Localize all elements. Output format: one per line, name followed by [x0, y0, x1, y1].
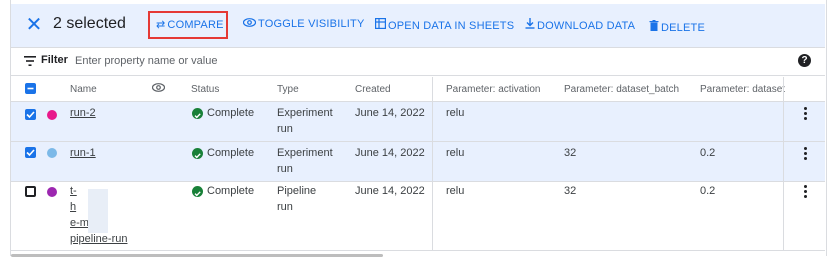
col-header-param-dataset-batch[interactable]: Parameter: dataset_batch [564, 84, 679, 95]
row-checkbox[interactable] [25, 147, 36, 158]
type-line: run [277, 123, 293, 135]
type-text: Pipeline run [277, 183, 316, 215]
select-all-checkbox[interactable] [25, 83, 36, 94]
row-checkbox[interactable] [25, 109, 36, 120]
close-icon[interactable]: ✕ [24, 15, 44, 35]
trash-icon [649, 20, 659, 34]
status-text: Complete [207, 107, 255, 119]
type-line: Experiment [277, 107, 333, 119]
type-line: Pipeline [277, 185, 317, 197]
created-text: June 14, 2022 [355, 107, 425, 119]
open-in-sheets-button[interactable]: OPEN DATA IN SHEETS [375, 18, 514, 32]
run-name-link[interactable]: run-2 [70, 107, 96, 119]
run-color-dot[interactable] [47, 148, 57, 158]
check-circle-icon [192, 186, 203, 197]
run-name-link[interactable]: run-1 [70, 147, 96, 159]
selected-count: 2 selected [53, 15, 126, 32]
param-dataset-value: 0.2 [700, 185, 716, 197]
param-dataset-batch-value: 32 [564, 185, 577, 197]
column-divider [783, 77, 784, 250]
type-line: run [277, 163, 293, 175]
eye-icon [242, 18, 257, 30]
name-line: pipeline-run [70, 233, 128, 245]
table-row[interactable]: t- h e-ment- pipeline-run Complete Pipel… [11, 182, 825, 251]
run-color-dot[interactable] [47, 187, 57, 197]
visibility-column-icon[interactable] [151, 83, 166, 95]
param-activation-value: relu [446, 185, 465, 197]
table-header: Name Status Type Created Parameter: acti… [11, 77, 825, 102]
created-text: June 14, 2022 [355, 185, 425, 197]
param-dataset-value: 0.2 [700, 147, 716, 159]
row-checkbox[interactable] [25, 186, 36, 197]
download-data-button[interactable]: DOWNLOAD DATA [525, 18, 635, 32]
filter-input[interactable] [75, 52, 675, 70]
table-row[interactable]: run-1 Complete Experiment run June 14, 2… [11, 142, 825, 182]
more-vert-icon[interactable] [804, 185, 808, 200]
type-text: Experiment run [277, 105, 333, 137]
column-divider [432, 77, 433, 250]
param-dataset-batch-value: 32 [564, 147, 577, 159]
col-header-type[interactable]: Type [277, 84, 299, 95]
filter-label: Filter [41, 54, 68, 66]
type-line: run [277, 201, 293, 213]
param-activation-value: relu [446, 147, 465, 159]
type-text: Experiment run [277, 145, 333, 177]
col-header-status[interactable]: Status [191, 84, 219, 95]
more-vert-icon[interactable] [804, 147, 808, 162]
col-header-name[interactable]: Name [70, 84, 97, 95]
table-row[interactable]: run-2 Complete Experiment run June 14, 2… [11, 102, 825, 142]
status-text: Complete [207, 185, 255, 197]
filter-bar: Filter ? [11, 48, 825, 76]
compare-icon: ⇄ [156, 19, 166, 31]
selection-toolbar: ✕ 2 selected ⇄ COMPARE TOGGLE VISIBILITY … [11, 4, 825, 48]
run-color-dot[interactable] [47, 110, 57, 120]
param-activation-value: relu [446, 107, 465, 119]
delete-button[interactable]: DELETE [649, 20, 705, 34]
more-vert-icon[interactable] [804, 107, 808, 122]
col-header-param-activation[interactable]: Parameter: activation [446, 84, 541, 95]
status-text: Complete [207, 147, 255, 159]
check-circle-icon [192, 108, 203, 119]
filter-icon [24, 56, 36, 66]
horizontal-scrollbar[interactable] [11, 254, 383, 257]
sheets-icon [375, 18, 387, 32]
col-header-created[interactable]: Created [355, 84, 391, 95]
type-line: Experiment [277, 147, 333, 159]
compare-button[interactable]: ⇄ COMPARE [156, 18, 224, 31]
check-circle-icon [192, 148, 203, 159]
created-text: June 14, 2022 [355, 147, 425, 159]
help-icon[interactable]: ? [798, 54, 811, 67]
redacted-area [88, 189, 108, 233]
download-icon [525, 18, 535, 32]
col-header-param-dataset[interactable]: Parameter: dataset [700, 84, 785, 95]
toggle-visibility-button[interactable]: TOGGLE VISIBILITY [242, 18, 365, 30]
